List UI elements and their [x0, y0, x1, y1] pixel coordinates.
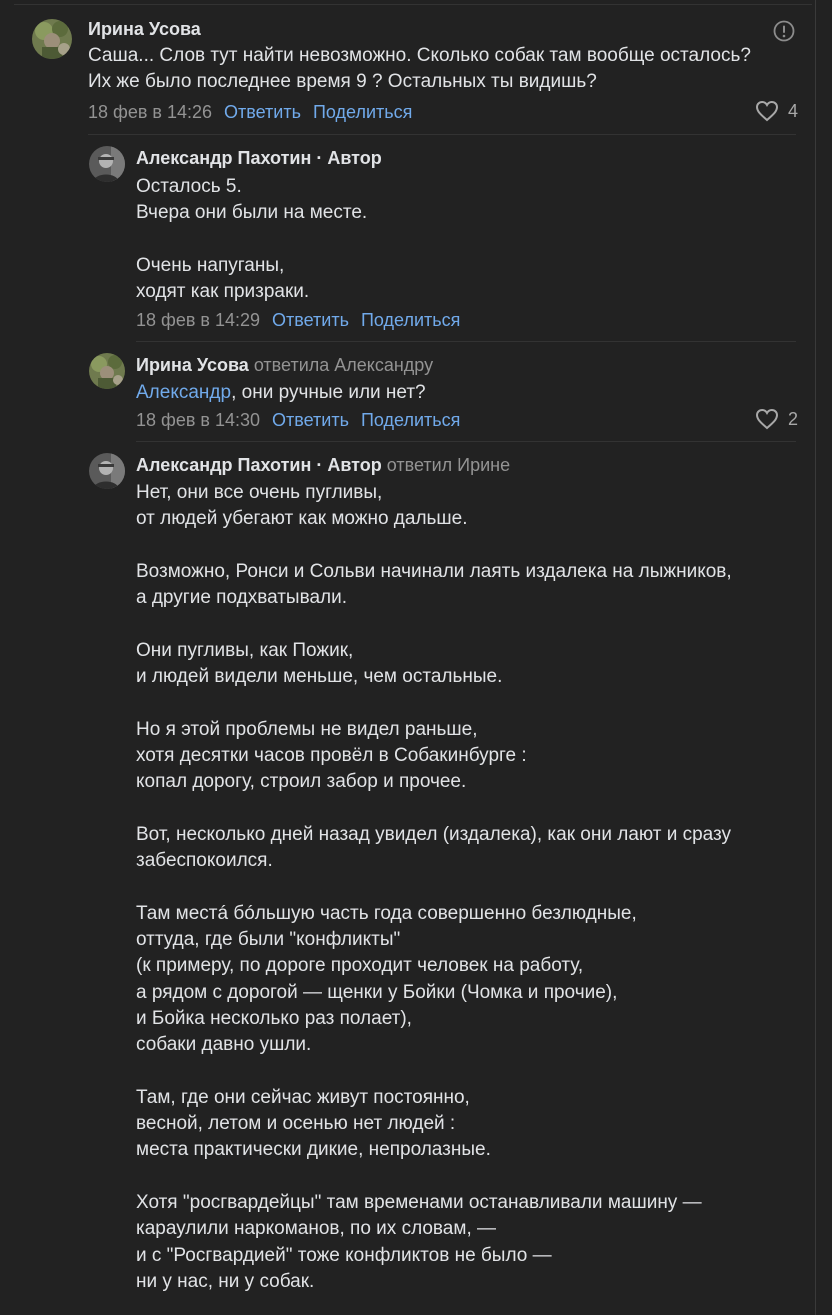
comment-text-body: , они ручные или нет? [231, 382, 426, 403]
avatar-irina-image [89, 353, 125, 389]
avatar-irina-image [32, 19, 72, 59]
mention-link[interactable]: Александр [136, 382, 231, 403]
comment-text: Саша... Слов тут найти невозможно. Сколь… [88, 45, 751, 93]
comment-author-line: Александр Пахотин · Автор ответил Ирине [136, 453, 510, 477]
author-name[interactable]: Ирина Усова [88, 19, 201, 39]
share-button[interactable]: Поделиться [361, 410, 460, 430]
comments-panel: Ирина Усова Саша... Слов тут найти невоз… [0, 0, 816, 1315]
heart-icon [755, 100, 779, 122]
share-button[interactable]: Поделиться [313, 102, 412, 122]
heart-icon [755, 408, 779, 430]
avatar-irina[interactable] [89, 353, 125, 389]
avatar-alexander-image [89, 453, 125, 489]
avatar-irina[interactable] [32, 19, 72, 59]
comment-author-line: Александр Пахотин · Автор [136, 146, 382, 170]
divider [88, 134, 796, 135]
reply-note[interactable]: ответил Ирине [387, 455, 510, 475]
comment-date[interactable]: 18 фев в 14:30 [136, 410, 260, 430]
author-name[interactable]: Ирина Усова [136, 355, 249, 375]
comment-text: Александр, они ручные или нет? [136, 380, 796, 406]
comment-meta: 18 фев в 14:29 Ответить Поделиться [136, 308, 472, 332]
like-count: 4 [788, 100, 799, 121]
report-icon[interactable] [773, 20, 795, 42]
share-button[interactable]: Поделиться [361, 310, 460, 330]
comment-date[interactable]: 18 фев в 14:29 [136, 310, 260, 330]
like-button[interactable]: 4 [755, 100, 798, 122]
avatar-alexander-image [89, 146, 125, 182]
reply-button[interactable]: Ответить [272, 410, 349, 430]
like-count: 2 [788, 408, 799, 429]
comment-date[interactable]: 18 фев в 14:26 [88, 102, 212, 122]
top-divider [14, 0, 812, 5]
divider [136, 341, 796, 342]
reply-button[interactable]: Ответить [224, 102, 301, 122]
avatar-alexander[interactable] [89, 146, 125, 182]
comment-text: Осталось 5. Вчера они были на месте. Оче… [136, 176, 368, 303]
avatar-alexander[interactable] [89, 453, 125, 489]
divider [136, 441, 796, 442]
like-button[interactable]: 2 [755, 408, 798, 430]
comment-meta: 18 фев в 14:30 Ответить Поделиться [136, 408, 472, 432]
author-name[interactable]: Александр Пахотин · Автор [136, 148, 382, 168]
reply-button[interactable]: Ответить [272, 310, 349, 330]
comment-author-line: Ирина Усова ответила Александру [136, 353, 433, 377]
report-icon-svg [773, 20, 795, 42]
author-name[interactable]: Александр Пахотин · Автор [136, 455, 382, 475]
comment-author-line: Ирина Усова [88, 17, 201, 41]
comment-text: Нет, они все очень пугливы, от людей убе… [136, 482, 732, 1292]
reply-note[interactable]: ответила Александру [254, 355, 433, 375]
comment-meta: 18 фев в 14:26 Ответить Поделиться [88, 100, 424, 124]
